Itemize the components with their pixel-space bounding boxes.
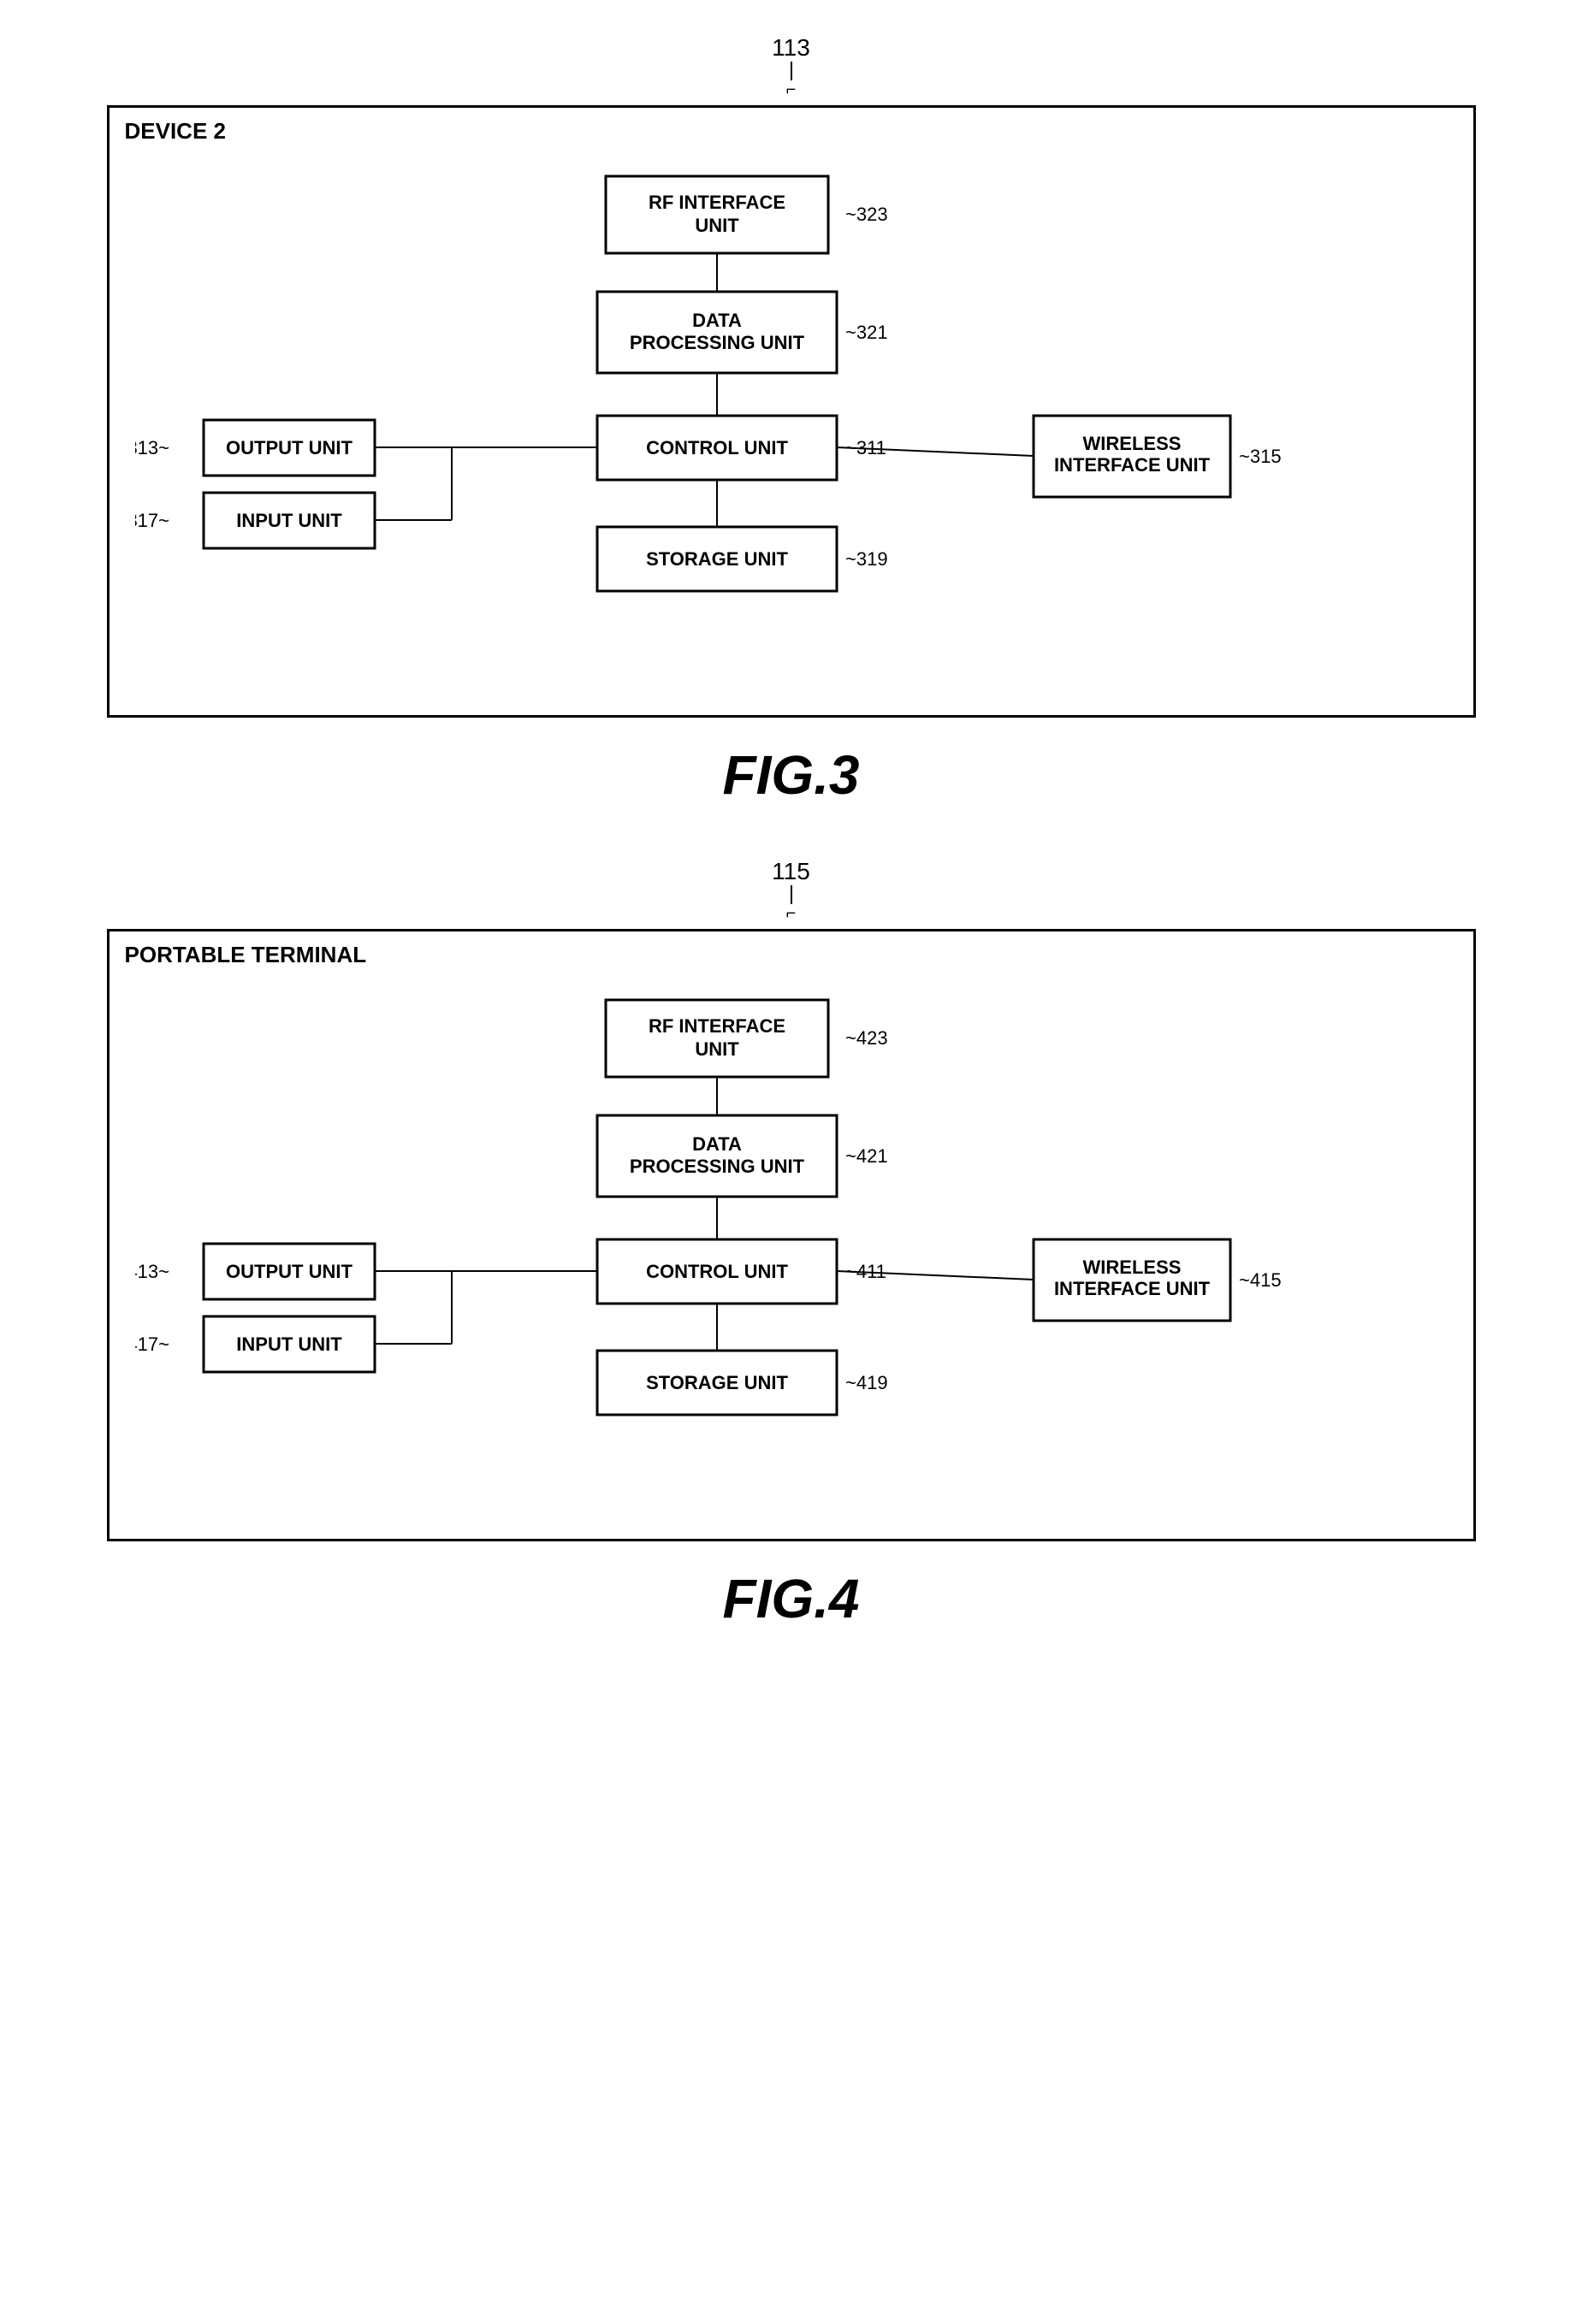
fig3-device-label: DEVICE 2: [125, 118, 227, 145]
svg-text:RF INTERFACE: RF INTERFACE: [648, 1015, 785, 1037]
svg-text:DATA: DATA: [692, 1133, 742, 1155]
svg-text:~315: ~315: [1239, 446, 1282, 467]
fig4-diagram-box: PORTABLE TERMINAL RF INTERFACE UNIT ~423…: [107, 929, 1476, 1541]
svg-text:~319: ~319: [845, 548, 888, 570]
svg-text:STORAGE UNIT: STORAGE UNIT: [646, 548, 788, 570]
svg-text:PROCESSING UNIT: PROCESSING UNIT: [629, 332, 804, 353]
fig3-ref-num: 113: [772, 34, 810, 62]
figure-3: 113 ⌐ DEVICE 2 RF INTERFACE UNIT ~323 DA…: [107, 34, 1476, 807]
svg-text:INTERFACE UNIT: INTERFACE UNIT: [1053, 1278, 1210, 1299]
svg-text:OUTPUT UNIT: OUTPUT UNIT: [226, 437, 353, 458]
svg-text:PROCESSING UNIT: PROCESSING UNIT: [629, 1156, 804, 1177]
svg-text:~421: ~421: [845, 1145, 888, 1167]
fig4-svg: RF INTERFACE UNIT ~423 DATA PROCESSING U…: [135, 983, 1419, 1513]
svg-text:INPUT UNIT: INPUT UNIT: [236, 1333, 342, 1355]
fig3-ref-arrow: 113 ⌐: [107, 34, 1476, 100]
svg-text:WIRELESS: WIRELESS: [1082, 433, 1181, 454]
fig3-title: FIG.3: [107, 743, 1476, 807]
fig3-svg: RF INTERFACE UNIT ~323 DATA PROCESSING U…: [135, 159, 1419, 689]
svg-text:OUTPUT UNIT: OUTPUT UNIT: [226, 1261, 353, 1282]
svg-text:413~: 413~: [135, 1261, 169, 1282]
fig4-device-label: PORTABLE TERMINAL: [125, 942, 367, 968]
svg-text:417~: 417~: [135, 1333, 169, 1355]
svg-text:CONTROL UNIT: CONTROL UNIT: [646, 1261, 788, 1282]
svg-text:INPUT UNIT: INPUT UNIT: [236, 510, 342, 531]
svg-text:RF INTERFACE: RF INTERFACE: [648, 192, 785, 213]
svg-text:~419: ~419: [845, 1372, 888, 1393]
figure-4: 115 ⌐ PORTABLE TERMINAL RF INTERFACE UNI…: [107, 858, 1476, 1630]
svg-text:~321: ~321: [845, 322, 888, 343]
svg-text:UNIT: UNIT: [695, 215, 739, 236]
svg-text:317~: 317~: [135, 510, 169, 531]
fig3-diagram-box: DEVICE 2 RF INTERFACE UNIT ~323 DATA PRO…: [107, 105, 1476, 718]
fig4-ref-num: 115: [772, 858, 810, 885]
svg-text:~323: ~323: [845, 204, 888, 225]
svg-text:~423: ~423: [845, 1027, 888, 1049]
svg-text:~415: ~415: [1239, 1269, 1282, 1291]
svg-text:DATA: DATA: [692, 310, 742, 331]
svg-text:INTERFACE UNIT: INTERFACE UNIT: [1053, 454, 1210, 476]
svg-text:CONTROL UNIT: CONTROL UNIT: [646, 437, 788, 458]
svg-text:313~: 313~: [135, 437, 169, 458]
svg-text:STORAGE UNIT: STORAGE UNIT: [646, 1372, 788, 1393]
fig4-ref-arrow: 115 ⌐: [107, 858, 1476, 924]
svg-text:WIRELESS: WIRELESS: [1082, 1257, 1181, 1278]
fig4-title: FIG.4: [107, 1567, 1476, 1630]
svg-text:UNIT: UNIT: [695, 1038, 739, 1060]
